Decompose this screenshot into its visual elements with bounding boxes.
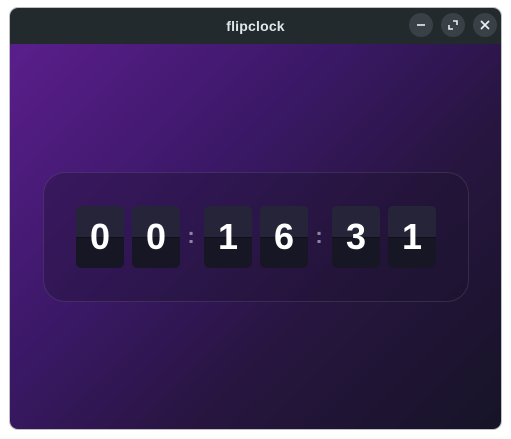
maximize-button[interactable] (441, 13, 465, 37)
second-tens-digit: 3 (345, 216, 367, 257)
minute-tens-digit: 1 (217, 216, 239, 257)
minute-tens-tile: 1 (204, 206, 252, 268)
separator-hm: : (187, 223, 195, 248)
minimize-button[interactable] (409, 13, 433, 37)
minimize-icon (416, 20, 426, 30)
maximize-icon (448, 20, 458, 30)
close-icon (480, 20, 490, 30)
window-controls (409, 13, 497, 37)
hour-tens-digit: 0 (89, 216, 111, 257)
minute-ones-tile: 6 (260, 206, 308, 268)
titlebar[interactable]: flipclock (10, 8, 501, 44)
minute-ones-digit: 6 (273, 216, 295, 257)
hour-ones-digit: 0 (145, 216, 167, 257)
close-button[interactable] (473, 13, 497, 37)
second-ones-tile: 1 (388, 206, 436, 268)
hour-tens-tile: 0 (76, 206, 124, 268)
clock-panel: 0 0 : 1 6 : 3 1 (43, 172, 469, 302)
separator-ms: : (315, 223, 323, 248)
hour-ones-tile: 0 (132, 206, 180, 268)
second-tens-tile: 3 (332, 206, 380, 268)
app-window: flipclock 0 0: 1 6: 3 1 (10, 8, 501, 429)
second-ones-digit: 1 (401, 216, 423, 257)
window-title: flipclock (226, 18, 285, 34)
clock-background: 0 0 : 1 6 : 3 1 (10, 44, 501, 429)
